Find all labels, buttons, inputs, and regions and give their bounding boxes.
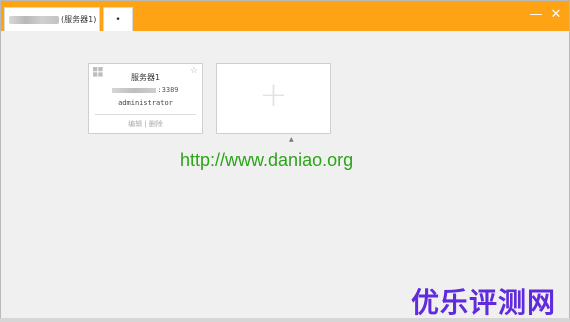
titlebar: (服务器1) • — ✕ bbox=[1, 1, 569, 31]
minimize-button[interactable]: — bbox=[527, 7, 545, 23]
add-server-card[interactable]: + bbox=[216, 63, 331, 134]
caret-up-icon: ▲ bbox=[289, 136, 294, 143]
redacted-ip bbox=[112, 87, 157, 93]
new-tab-dot-icon: • bbox=[115, 14, 121, 25]
watermark-url: http://www.daniao.org bbox=[180, 150, 354, 170]
plus-icon: + bbox=[259, 75, 288, 115]
server-name: 服务器1 bbox=[130, 73, 161, 82]
close-button[interactable]: ✕ bbox=[547, 7, 565, 23]
taskbar-strip bbox=[0, 318, 570, 322]
server-address: :3389 bbox=[89, 86, 202, 94]
new-tab-button[interactable]: • bbox=[103, 7, 133, 31]
card-actions[interactable]: 编辑 | 删除 bbox=[89, 119, 202, 129]
tab-server-1-label: (服务器1) bbox=[61, 15, 97, 24]
card-divider bbox=[95, 114, 196, 115]
watermark-brand: 优乐评测网 bbox=[411, 286, 557, 319]
server-port: :3389 bbox=[157, 86, 179, 94]
app-window: (服务器1) • — ✕ ☆ 服务器1 :3389 administrator … bbox=[0, 0, 570, 320]
server-username: administrator bbox=[118, 99, 173, 107]
server-card[interactable]: ☆ 服务器1 :3389 administrator 编辑 | 删除 bbox=[88, 63, 203, 134]
redacted-host-label bbox=[9, 15, 59, 24]
tab-server-1[interactable]: (服务器1) bbox=[4, 7, 100, 31]
